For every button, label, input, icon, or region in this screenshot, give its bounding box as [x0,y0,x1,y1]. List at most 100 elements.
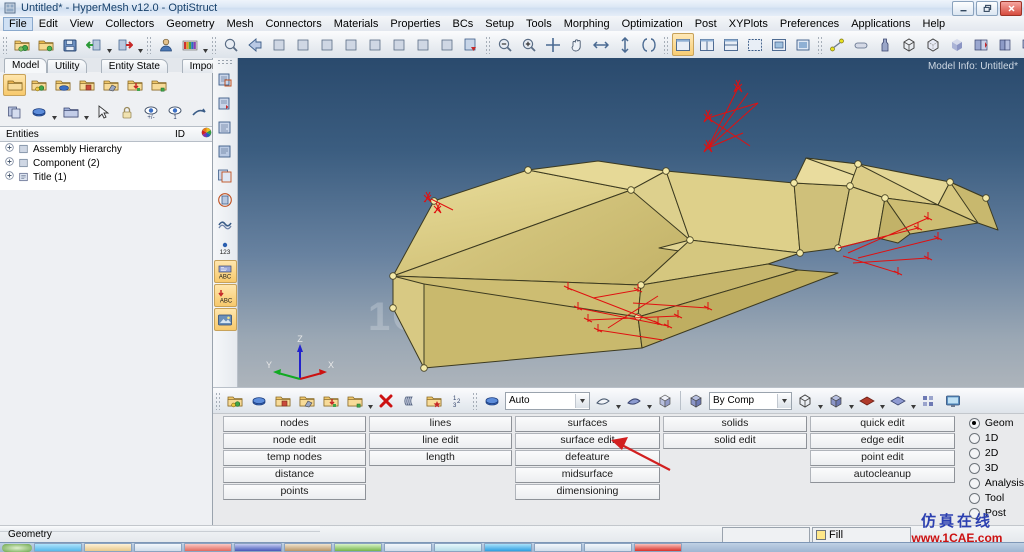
renumber-icon[interactable] [423,389,445,412]
restore-button[interactable] [976,1,998,16]
chevron-down-icon[interactable] [615,388,622,414]
view-zy-icon[interactable] [364,33,386,56]
toolbar-grip[interactable] [663,35,669,54]
assembly-display-icon[interactable] [224,389,246,412]
load-display-icon[interactable] [320,389,342,412]
panel-button-edge-edit[interactable]: edge edit [809,433,955,449]
graphics-settings-icon[interactable] [942,389,964,412]
chevron-down-icon[interactable] [106,32,113,58]
previous-view-icon[interactable] [244,33,266,56]
toolbar-grip[interactable] [211,35,217,54]
mesh-mode-combo[interactable]: Auto [505,391,590,410]
mass-calc-icon[interactable] [850,33,872,56]
chevron-down-icon[interactable] [879,388,886,414]
system-collector-icon[interactable] [147,74,170,96]
panel-button-autocleanup[interactable]: autocleanup [809,467,955,483]
panel-button-node-edit[interactable]: node edit [223,433,366,449]
panel-button-surface-edit[interactable]: surface edit [514,433,660,449]
view-xy-icon[interactable] [268,33,290,56]
abc-label-icon[interactable]: ABC [213,260,237,283]
panel-button-lines[interactable]: lines [368,416,512,432]
panel-button-nodes[interactable]: nodes [223,416,366,432]
minimize-button[interactable] [952,1,974,16]
panel-button-length[interactable]: length [368,450,512,466]
reverse-icon[interactable] [187,101,210,123]
distance-icon[interactable] [826,33,848,56]
system-display-icon[interactable] [344,389,366,412]
zoom-vertical-icon[interactable] [614,33,636,56]
contour-icon[interactable] [1018,33,1024,56]
chevron-down-icon[interactable] [367,388,374,414]
wireframe-icon[interactable] [898,33,920,56]
mass-details-icon[interactable] [874,33,896,56]
select-pointer-icon[interactable] [91,101,114,123]
view-xz-icon[interactable] [340,33,362,56]
reorder-icon[interactable]: 123 [447,389,469,412]
page-circle-icon[interactable] [214,188,237,211]
panel-button-midsurface[interactable]: midsurface [514,467,660,483]
mesh-mode-icon[interactable] [481,389,503,412]
status-input-field[interactable] [722,527,810,543]
save-model-icon[interactable] [59,33,81,56]
page-next-icon[interactable] [214,116,237,139]
chevron-down-icon[interactable] [51,100,58,124]
panel-button-points[interactable]: points [223,484,366,500]
mode-radio-1d[interactable]: 1D [968,431,1024,445]
image-capture-icon[interactable] [213,308,237,331]
zoom-in-icon[interactable] [518,33,540,56]
color-wheel-icon[interactable] [201,127,212,141]
wireframe-display-icon[interactable] [794,389,816,412]
hidden-line-display-icon[interactable] [825,389,847,412]
menu-item-xyplots[interactable]: XYPlots [723,17,774,31]
menu-item-post[interactable]: Post [689,17,723,31]
menu-item-optimization[interactable]: Optimization [616,17,689,31]
import-model-icon[interactable] [35,33,57,56]
property-icon[interactable] [75,74,98,96]
menu-item-setup[interactable]: Setup [479,17,520,31]
center-icon[interactable] [542,33,564,56]
solid-display-icon[interactable] [654,389,676,412]
view-iso-icon[interactable] [412,33,434,56]
menu-item-geometry[interactable]: Geometry [160,17,220,31]
close-button[interactable] [1000,1,1022,16]
abc-note-icon[interactable]: ABC [213,284,237,307]
start-button[interactable] [2,543,32,552]
shaded-display-icon[interactable] [887,389,909,412]
menu-item-bcs[interactable]: BCs [447,17,480,31]
mode-radio-3d[interactable]: 3D [968,461,1024,475]
toolbar-grip[interactable] [217,59,233,66]
hidden-line-icon[interactable] [922,33,944,56]
menu-item-collectors[interactable]: Collectors [99,17,160,31]
tree-row[interactable]: Component (2) [0,156,212,170]
fit-view-icon[interactable] [220,33,242,56]
mode-radio-geom[interactable]: Geom [968,416,1024,430]
chevron-down-icon[interactable] [646,388,653,414]
display-assembly-icon[interactable] [59,101,82,123]
panel-button-line-edit[interactable]: line edit [368,433,512,449]
capture-window-icon[interactable] [792,33,814,56]
view-yx-icon[interactable] [292,33,314,56]
delete-icon[interactable] [375,389,397,412]
browser-tab-model[interactable]: Model [4,58,48,73]
panel-button-quick-edit[interactable]: quick edit [809,416,955,432]
panel-button-solids[interactable]: solids [662,416,807,432]
toolbar-grip[interactable] [485,35,491,54]
browser-tab-entity-state[interactable]: Entity State [100,59,168,73]
tile-window-icon[interactable] [768,33,790,56]
component-display-icon[interactable] [248,389,270,412]
menu-item-morphing[interactable]: Morphing [558,17,616,31]
tree-row[interactable]: Assembly Hierarchy [0,142,212,156]
model-canvas[interactable]: Model Info: Untitled* 1CAE.COM [238,58,1024,387]
fill-checkbox-icon[interactable] [816,530,826,540]
mode-radio-2d[interactable]: 2D [968,446,1024,460]
panel-button-temp-nodes[interactable]: temp nodes [223,450,366,466]
mode-radio-analysis[interactable]: Analysis [968,476,1024,490]
color-palette-icon[interactable] [179,33,201,56]
chevron-down-icon[interactable] [83,100,90,124]
toolbar-grip[interactable] [215,391,221,410]
zoom-out-icon[interactable] [494,33,516,56]
toolbar-grip[interactable] [2,35,8,54]
open-model-icon[interactable] [11,33,33,56]
load-collector-icon[interactable] [123,74,146,96]
element-size-icon[interactable] [918,389,940,412]
